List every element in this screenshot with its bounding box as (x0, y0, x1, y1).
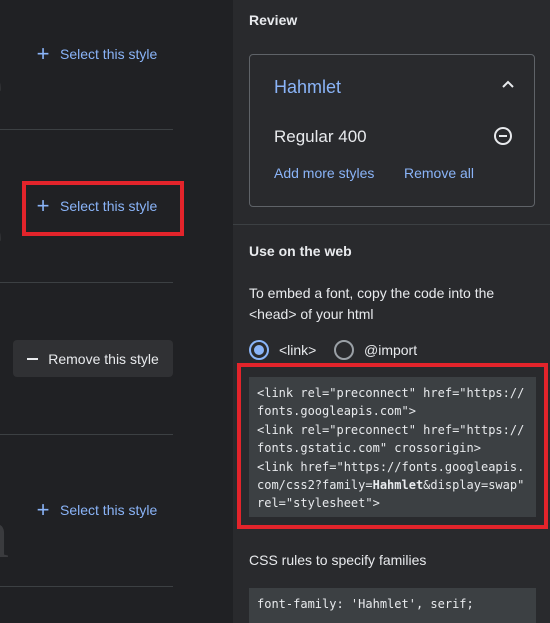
plus-icon: + (36, 193, 50, 218)
radio-button-unchecked[interactable] (334, 340, 354, 360)
remove-style-button[interactable]: Remove this style (13, 340, 173, 377)
selected-family-panel: Review Hahmlet Regular 400 Add more styl… (233, 0, 550, 623)
plus-icon: + (36, 497, 50, 522)
code-line: <link href="https://fonts.googleapis. (257, 459, 525, 474)
row-divider (0, 129, 173, 130)
embed-description: To embed a font, copy the code into the … (249, 285, 495, 322)
remove-all-link[interactable]: Remove all (404, 165, 474, 181)
minus-icon (27, 357, 39, 360)
select-style-button[interactable]: + Select this style (36, 492, 158, 528)
select-style-label: Select this style (60, 502, 158, 518)
preview-glyph: n (0, 500, 9, 570)
section-divider (233, 224, 550, 225)
code-line: <link rel="preconnect" href="https:// (257, 386, 525, 400)
radio-link-option[interactable]: <link> (249, 340, 316, 360)
row-divider (0, 282, 173, 283)
font-family-name: Hahmlet (274, 77, 342, 97)
css-rules-heading: CSS rules to specify families (249, 552, 427, 568)
code-line: <link rel="preconnect" href="https:// (257, 422, 525, 437)
code-line: rel="stylesheet"> (257, 496, 380, 511)
radio-link-label: <link> (279, 342, 317, 358)
web-heading: Use on the web (249, 243, 352, 259)
preview-glyph: e (0, 50, 3, 120)
select-style-label: Select this style (60, 46, 158, 62)
row-divider (0, 434, 173, 435)
select-style-button[interactable]: + Select this style (36, 36, 158, 72)
embed-code-block[interactable]: <link rel="preconnect" href="https:// fo… (249, 377, 536, 517)
css-rule-code[interactable]: font-family: 'Hahmlet', serif; (249, 588, 536, 623)
review-card: Hahmlet Regular 400 Add more styles Remo… (249, 54, 535, 207)
remove-circle-icon[interactable] (494, 127, 512, 145)
style-list-panel: e e n + Select this style + Select this … (0, 0, 233, 623)
remove-style-label: Remove this style (48, 350, 159, 367)
row-divider (0, 586, 173, 587)
code-line: com/css2?family= (257, 478, 373, 493)
code-line: fonts.googleapis.com"> (257, 404, 416, 419)
selected-style-name: Regular 400 (274, 127, 367, 146)
plus-icon: + (36, 41, 50, 66)
radio-import-label: @import (364, 342, 418, 358)
chevron-up-icon[interactable] (500, 76, 516, 92)
radio-button-checked[interactable] (249, 340, 269, 360)
review-heading: Review (249, 12, 298, 28)
code-line: fonts.gstatic.com" crossorigin> (257, 441, 481, 456)
preview-glyph: e (0, 200, 3, 270)
select-style-label: Select this style (60, 198, 158, 214)
radio-import-option[interactable]: @import (334, 340, 417, 360)
add-more-styles-link[interactable]: Add more styles (274, 165, 374, 181)
code-line: &display=swap" (423, 478, 525, 493)
select-style-button[interactable]: + Select this style (36, 188, 158, 224)
code-family-name: Hahmlet (372, 478, 424, 493)
